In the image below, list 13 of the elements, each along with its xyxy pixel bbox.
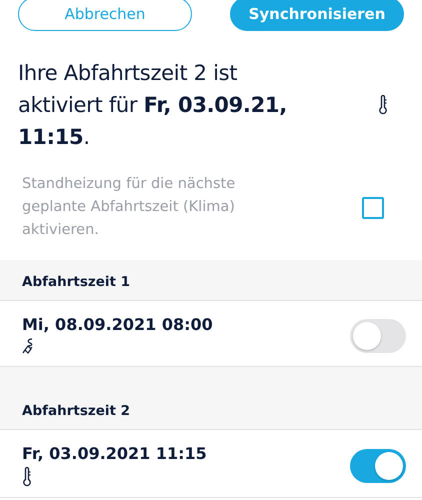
thermometer-icon	[378, 95, 388, 115]
section-header: Abfahrtszeit 1	[0, 260, 422, 301]
departure-datetime: Mi, 08.09.2021 08:00	[22, 315, 214, 334]
departure-datetime: Fr, 03.09.2021 11:15	[22, 444, 208, 463]
departure-toggle[interactable]	[350, 318, 406, 352]
cancel-button[interactable]: Abbrechen	[18, 0, 192, 31]
sync-button[interactable]: Synchronisieren	[230, 0, 404, 31]
departure-toggle[interactable]	[350, 448, 406, 482]
section-header: Abfahrtszeit 2	[0, 367, 422, 430]
thermometer-icon	[22, 467, 32, 487]
preheat-label: Standheizung für die nächste geplante Abfahrtszeit (Klima) aktivieren.	[22, 175, 236, 240]
activation-message: Ihre Abfahrtszeit 2 ist aktiviert für Fr, 03.09.21, 11:15.	[18, 60, 288, 151]
preheat-checkbox[interactable]	[362, 196, 384, 218]
